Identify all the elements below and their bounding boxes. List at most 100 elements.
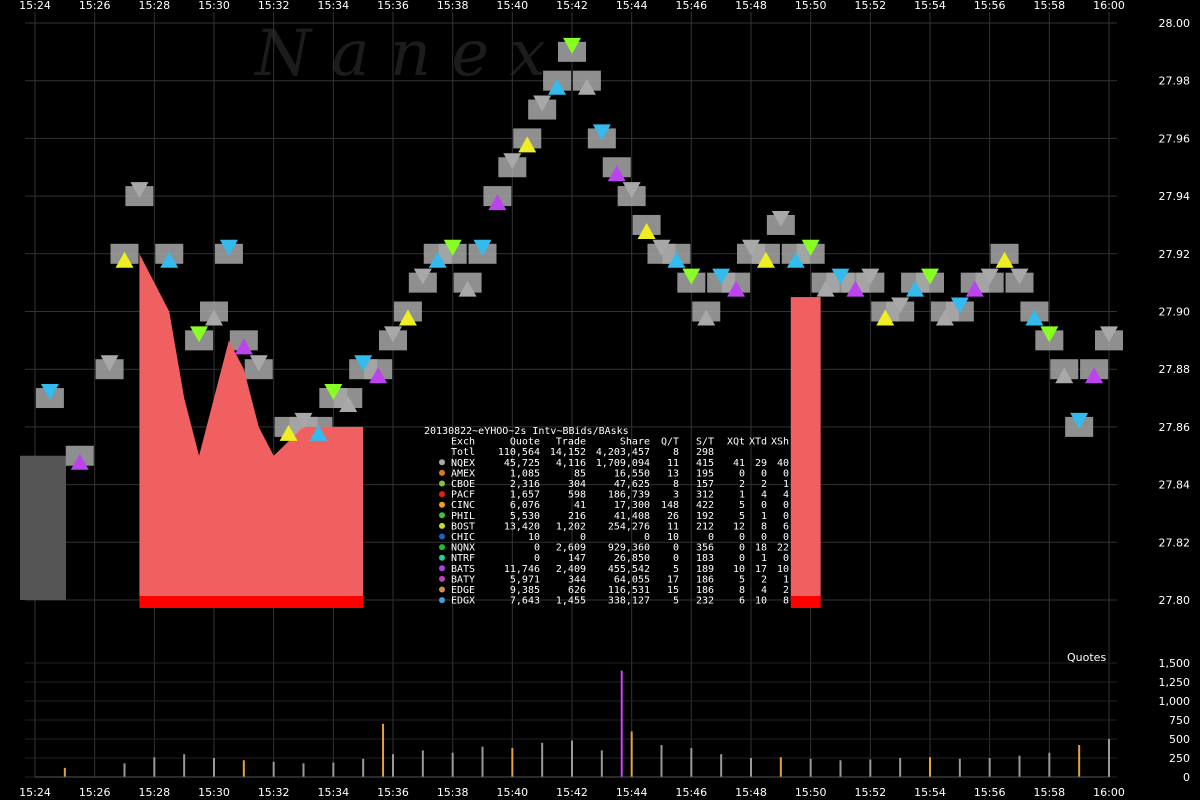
volume-bar [929,757,931,777]
volume-bar [779,757,782,777]
x-tick-bottom: 15:42 [556,786,588,799]
table-cell: 7,643 [510,596,540,607]
x-tick-top: 15:44 [616,0,648,12]
table-row-marker [439,469,445,476]
x-tick-top: 15:42 [556,0,588,12]
volume-bar [362,758,365,777]
table-cell: 929,360 [608,543,650,554]
table-cell: 64,055 [614,574,650,585]
table-cell: 29 [755,458,767,469]
x-tick-bottom: 15:56 [974,786,1006,799]
table-cell: 8 [783,596,789,607]
table-cell: Totl [451,447,475,458]
table-cell: 4,116 [556,458,586,469]
table-cell: 5 [739,511,745,522]
volume-bar [958,758,961,777]
table-cell: 10 [528,532,540,543]
table-cell: 10 [667,532,679,543]
x-tick-bottom: 15:58 [1033,786,1065,799]
table-row-marker [439,575,445,582]
table-cell: 12 [733,521,745,532]
volume-bar [481,746,484,777]
table-cell: 0 [673,553,679,564]
y-tick-price: 27.94 [1159,190,1191,203]
table-cell: 157 [696,479,714,490]
table-cell: 0 [739,543,745,554]
volume-bar [123,763,126,777]
x-tick-top: 15:36 [377,0,409,12]
x-tick-bottom: 15:32 [258,786,290,799]
table-cell: 2 [761,574,767,585]
table-cell: 0 [580,532,586,543]
x-tick-top: 15:48 [735,0,767,12]
table-cell: BATY [451,574,475,585]
table-cell: 11,746 [504,564,540,575]
table-cell: 5,971 [510,574,540,585]
table-cell: 0 [739,553,745,564]
table-cell: 13,420 [504,521,540,532]
volume-bar [1078,745,1081,777]
table-cell: 2 [761,479,767,490]
table-cell: 0 [783,500,789,511]
x-tick-top: 15:56 [974,0,1006,12]
x-tick-bottom: 15:44 [616,786,648,799]
table-row-marker [439,459,445,466]
table-cell: 41 [733,458,745,469]
table-cell: 8 [761,521,767,532]
y-tick-quotes: 750 [1169,714,1190,727]
table-cell: 5 [673,564,679,575]
table-cell: BOST [451,521,475,532]
table-cell: 17,300 [614,500,650,511]
table-cell: 338,127 [608,596,650,607]
table-cell: 0 [761,532,767,543]
table-cell: 110,564 [498,447,540,458]
table-cell: 0 [708,532,714,543]
x-tick-top: 15:24 [19,0,51,12]
table-cell: 2 [783,585,789,596]
table-header: XQt [727,437,745,448]
table-cell: 5 [739,574,745,585]
table-cell: 3 [673,490,679,501]
table-cell: 6 [783,521,789,532]
table-cell: 148 [661,500,679,511]
table-cell: 0 [783,532,789,543]
volume-bar [1048,752,1051,777]
x-tick-bottom: 15:36 [377,786,409,799]
table-cell: 186,739 [608,490,650,501]
table-row-marker [439,522,445,529]
table-cell: 8 [673,479,679,490]
volume-bar [809,758,812,777]
table-cell: 422 [696,500,714,511]
table-cell: 15 [667,585,679,596]
y-tick-price: 27.82 [1159,536,1191,549]
table-header: XTd [749,437,767,448]
table-cell: 0 [783,468,789,479]
table-cell: 1 [761,553,767,564]
table-header: Exch [451,437,475,448]
y-tick-price: 27.96 [1159,132,1191,145]
table-row-marker [439,512,445,519]
x-tick-top: 16:00 [1093,0,1125,12]
table-cell: 2,409 [556,564,586,575]
table-cell: 6,076 [510,500,540,511]
table-cell: CINC [451,500,475,511]
table-cell: 0 [783,553,789,564]
table-cell: 26,850 [614,553,650,564]
y-tick-price: 27.84 [1159,479,1191,492]
volume-bar [750,758,752,777]
table-cell: 40 [777,458,789,469]
x-tick-bottom: 15:34 [317,786,349,799]
x-tick-bottom: 15:28 [138,786,170,799]
volume-bar [630,731,633,777]
bid-fill-spike [790,297,821,600]
table-row-marker [439,597,445,604]
table-cell: 10 [777,564,789,575]
table-header: S/T [696,437,714,448]
table-header: Q/T [661,437,679,448]
volume-bar [988,758,991,777]
table-row-marker [439,533,445,540]
table-header: Share [620,437,650,448]
volume-bar [272,761,275,777]
table-row-marker [439,586,445,593]
table-cell: 2,316 [510,479,540,490]
